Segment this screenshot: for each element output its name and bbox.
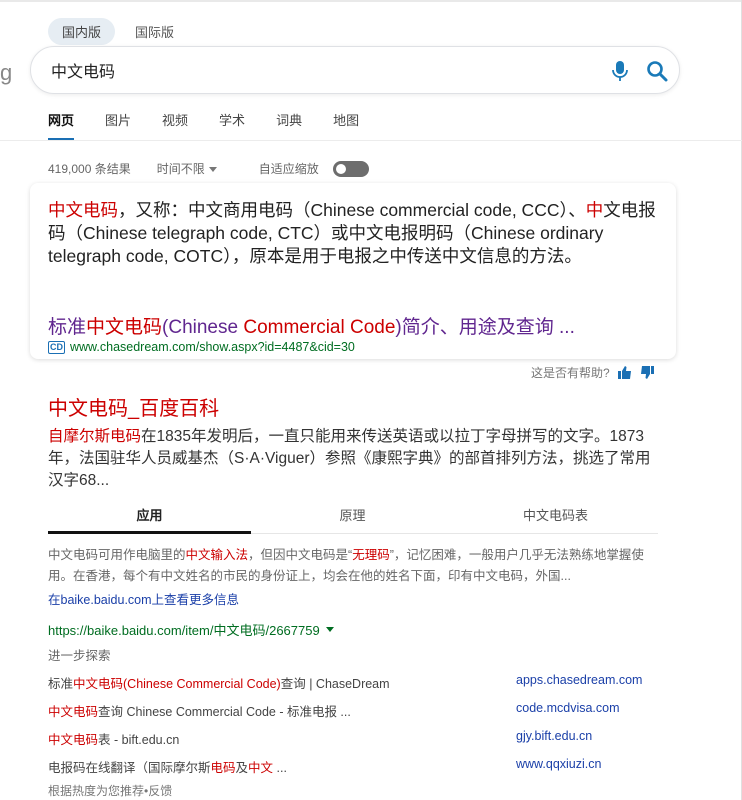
tab-application[interactable]: 应用: [48, 498, 251, 534]
top-border: [0, 0, 742, 2]
adaptive-zoom-toggle[interactable]: [332, 160, 369, 177]
link-text[interactable]: 电报码在线翻译（国际摩尔斯: [48, 761, 211, 775]
answer-link[interactable]: 标准中文电码(Chinese Commercial Code)简介、用途及查询 …: [48, 312, 575, 339]
feedback-bar: 这是否有帮助?: [531, 364, 654, 381]
link-text[interactable]: 表 - bift.edu.cn: [98, 733, 179, 747]
feedback-label: 这是否有帮助?: [531, 366, 610, 380]
more-info-link[interactable]: 在baike.baidu.com上查看更多信息: [48, 589, 239, 608]
link-text[interactable]: 查询 | ChaseDream: [281, 677, 390, 691]
explore-link[interactable]: 中文电码表 - bift.edu.cn: [48, 729, 179, 748]
link-highlight[interactable]: 电码: [211, 761, 236, 775]
nav-web[interactable]: 网页: [48, 110, 75, 141]
scope-tab-domestic[interactable]: 国内版: [48, 18, 116, 45]
nav-maps[interactable]: 地图: [333, 110, 359, 141]
tab-code-table[interactable]: 中文电码表: [454, 498, 657, 533]
link-highlight[interactable]: 中文电码(Chinese Commercial Code): [73, 677, 281, 691]
search-box: [30, 46, 680, 94]
link-highlight[interactable]: 中文: [248, 761, 273, 775]
tab-description: 中文电码可用作电脑里的中文输入法，但因中文电码是“无理码”，记忆困难，一般用户几…: [48, 545, 658, 587]
desc-text: 中文电码可用作电脑里的: [48, 548, 186, 562]
desc-highlight: 无理码: [352, 548, 390, 562]
nav-academic[interactable]: 学术: [219, 110, 245, 141]
nav-dictionary[interactable]: 词典: [276, 110, 302, 141]
explore-link[interactable]: 电报码在线翻译（国际摩尔斯电码及中文 ...: [48, 757, 287, 776]
link-text[interactable]: (Chinese: [162, 317, 243, 338]
link-highlight[interactable]: Commercial Code: [243, 317, 395, 338]
nav-divider: [0, 140, 742, 141]
search-icon[interactable]: [645, 59, 669, 83]
microphone-icon[interactable]: [609, 59, 631, 83]
link-text[interactable]: ...: [273, 761, 287, 775]
link-highlight[interactable]: 中文电码: [48, 705, 98, 719]
scope-tab-international[interactable]: 国际版: [121, 18, 188, 45]
explore-site[interactable]: code.mcdvisa.com: [516, 701, 620, 715]
result-title[interactable]: 中文电码_百度百科: [48, 392, 219, 421]
adaptive-zoom-label: 自适应缩放: [258, 162, 319, 176]
time-filter[interactable]: 时间不限: [157, 160, 205, 177]
answer-card: 中文电码，又称：中文商用电码（Chinese commercial code, …: [30, 183, 676, 359]
explore-site[interactable]: gjy.bift.edu.cn: [516, 729, 592, 743]
link-text[interactable]: 及: [236, 761, 249, 775]
result-url-text[interactable]: https://baike.baidu.com/item/中文电码/266775…: [48, 620, 320, 639]
tab-principle[interactable]: 原理: [251, 498, 454, 533]
link-text[interactable]: 标准: [48, 677, 73, 691]
explore-title: 进一步探索: [48, 649, 111, 663]
chevron-down-icon[interactable]: [325, 627, 334, 632]
desc-text: ，但因中文电码是“: [248, 548, 353, 562]
result-count: 419,000 条结果: [48, 162, 131, 176]
explore-link[interactable]: 中文电码查询 Chinese Commercial Code - 标准电报 ..…: [48, 701, 351, 720]
thumbs-down-icon[interactable]: [640, 366, 654, 379]
result-tabs: 应用 原理 中文电码表: [48, 498, 658, 534]
snippet-highlight: 自摩尔斯电码: [48, 428, 142, 445]
explore-site[interactable]: www.qqxiuzi.cn: [516, 757, 601, 771]
explore-link[interactable]: 标准中文电码(Chinese Commercial Code)查询 | Chas…: [48, 673, 390, 692]
filter-bar: 419,000 条结果 时间不限 自适应缩放: [48, 160, 369, 177]
nav-videos[interactable]: 视频: [162, 110, 188, 141]
explore-footer[interactable]: 根据热度为您推荐•反馈: [48, 782, 172, 799]
source-url[interactable]: www.chasedream.com/show.aspx?id=4487&cid…: [70, 340, 355, 354]
answer-text: 中文电码，又称：中文商用电码（Chinese commercial code, …: [48, 199, 662, 268]
title-text[interactable]: _百度百科: [128, 398, 219, 420]
chevron-down-icon[interactable]: [208, 167, 217, 172]
result-url[interactable]: https://baike.baidu.com/item/中文电码/266775…: [48, 620, 334, 639]
link-text[interactable]: )简介、用途及查询 ...: [395, 317, 574, 338]
answer-source[interactable]: CD www.chasedream.com/show.aspx?id=4487&…: [48, 340, 355, 354]
scope-tabs: 国内版 国际版: [48, 18, 188, 45]
nav-images[interactable]: 图片: [105, 110, 131, 141]
search-input[interactable]: [51, 61, 551, 79]
answer-term: 中文电码: [48, 200, 118, 220]
vertical-nav: 网页 图片 视频 学术 词典 地图: [48, 110, 390, 141]
answer-text-part: ，又称：中文商用电码（Chinese commercial code, CCC）…: [118, 200, 586, 220]
answer-highlight: 中: [585, 200, 604, 220]
title-highlight[interactable]: 中文电码: [48, 398, 128, 420]
link-text[interactable]: 标准: [48, 317, 86, 338]
logo-fragment[interactable]: g: [0, 60, 12, 86]
link-highlight[interactable]: 中文电码: [86, 317, 162, 338]
link-highlight[interactable]: 中文电码: [48, 733, 98, 747]
result-snippet: 自摩尔斯电码在1835年发明后，一直只能用来传送英语或以拉丁字母拼写的文字。18…: [48, 426, 658, 492]
desc-highlight: 中文输入法: [185, 548, 249, 562]
link-text[interactable]: 查询 Chinese Commercial Code - 标准电报 ...: [98, 705, 351, 719]
site-favicon-icon: CD: [48, 340, 65, 354]
explore-site[interactable]: apps.chasedream.com: [516, 673, 642, 687]
thumbs-up-icon[interactable]: [617, 366, 632, 379]
